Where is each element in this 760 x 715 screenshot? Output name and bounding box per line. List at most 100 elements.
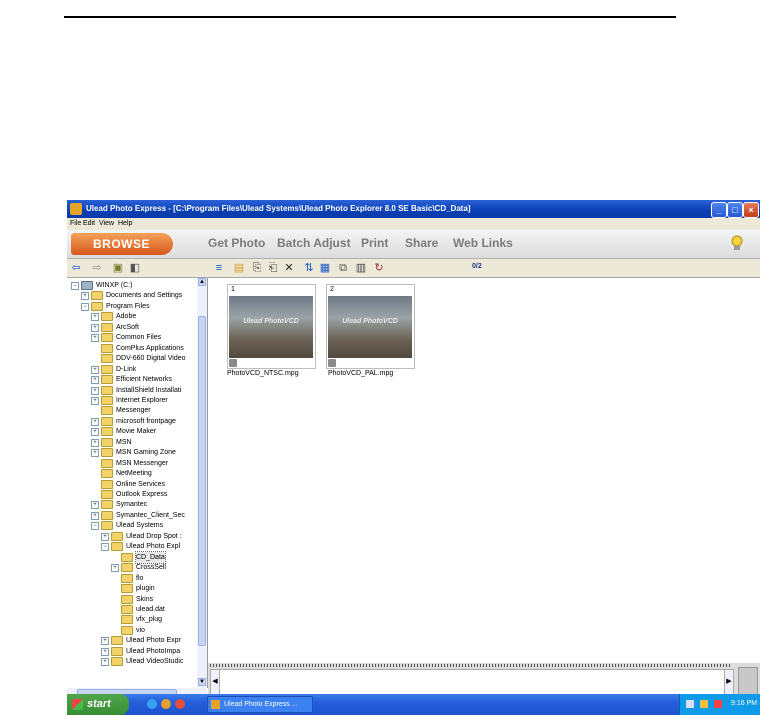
quicklaunch-media-icon[interactable] — [161, 699, 171, 709]
thumbnail-card[interactable]: 1 Ulead PhotoVCD — [227, 284, 316, 369]
tree-item[interactable]: + Symantec — [67, 499, 197, 510]
tree-item[interactable]: + Ulead Photo Expr — [67, 635, 197, 646]
thumbnail-card[interactable]: 2 Ulead PhotoVCD — [326, 284, 415, 369]
tray-info-icon[interactable] — [700, 700, 708, 708]
copy-icon[interactable]: ⎘ — [251, 262, 263, 274]
maximize-button[interactable]: □ — [727, 202, 743, 218]
tree-item[interactable]: − WINXP (C:) — [67, 280, 197, 291]
expand-icon[interactable]: + — [91, 365, 99, 374]
tree-item[interactable]: ComPlus Applications — [67, 343, 197, 354]
expand-icon[interactable]: + — [91, 376, 99, 385]
tree-item[interactable]: + microsoft frontpage — [67, 416, 197, 427]
tree-item[interactable]: NetMeeting — [67, 468, 197, 479]
tree-item[interactable]: Skins — [67, 594, 197, 605]
collapse-icon[interactable]: − — [91, 522, 99, 531]
scroll-thumb[interactable] — [198, 316, 206, 646]
tree-item[interactable]: + InstallShield Installati — [67, 385, 197, 396]
expand-icon[interactable]: + — [101, 637, 109, 646]
scroll-down-icon[interactable]: ▼ — [198, 678, 206, 686]
list-view-icon[interactable]: ≡ — [209, 262, 229, 274]
expand-icon[interactable]: + — [81, 292, 89, 301]
tree-item[interactable]: Online Services — [67, 479, 197, 490]
tree-item[interactable]: + Ulead VideoStudic — [67, 656, 197, 667]
strip-scroll-left-icon[interactable]: ◀ — [210, 669, 220, 695]
expand-icon[interactable]: + — [111, 564, 119, 573]
expand-icon[interactable]: + — [91, 449, 99, 458]
tree-item[interactable]: + Common Files — [67, 332, 197, 343]
tree-item[interactable]: + Documents and Settings — [67, 290, 197, 301]
lightbulb-icon[interactable] — [729, 234, 745, 252]
expand-icon[interactable]: + — [91, 438, 99, 447]
tree-item[interactable]: + Ulead PhotoImpa — [67, 646, 197, 657]
expand-icon[interactable]: + — [91, 511, 99, 520]
title-bar[interactable]: Ulead Photo Express - [C:\Program Files\… — [67, 200, 760, 218]
start-button[interactable]: start — [67, 694, 129, 715]
taskbar-item-photo-express[interactable]: Ulead Photo Express ... — [207, 696, 313, 713]
tree-item[interactable]: + D-Link — [67, 364, 197, 375]
scroll-up-icon[interactable]: ▲ — [198, 278, 206, 286]
rotate-icon[interactable]: ↻ — [373, 262, 385, 274]
expand-icon[interactable]: + — [91, 313, 99, 322]
menu-edit[interactable]: Edit — [83, 218, 95, 230]
expand-icon[interactable]: + — [101, 658, 109, 667]
close-button[interactable]: × — [743, 202, 759, 218]
tree-item[interactable]: + CrossSell — [67, 562, 197, 573]
tree-item[interactable]: − Program Files — [67, 301, 197, 312]
expand-icon[interactable]: + — [91, 428, 99, 437]
back-icon[interactable]: ⇦ — [70, 262, 82, 274]
paste-icon[interactable]: ⎗ — [267, 262, 279, 274]
tree-item[interactable]: + Efficient Networks — [67, 374, 197, 385]
tree-item[interactable]: plugin — [67, 583, 197, 594]
tree-item[interactable]: ulead.dat — [67, 604, 197, 615]
tree-item[interactable]: vio — [67, 625, 197, 636]
thumbnail-image[interactable]: Ulead PhotoVCD — [229, 296, 313, 358]
tray-network-icon[interactable] — [686, 700, 694, 708]
quicklaunch-ie-icon[interactable] — [147, 699, 157, 709]
tree-item[interactable]: DDV-660 Digital Video — [67, 353, 197, 364]
browse-button[interactable]: BROWSE — [71, 233, 173, 255]
menu-view[interactable]: View — [99, 218, 114, 230]
tree-item[interactable]: flo — [67, 573, 197, 584]
tree-item[interactable]: + Adobe — [67, 311, 197, 322]
tree-item[interactable]: + Ulead Drop Spot : — [67, 531, 197, 542]
tree-item[interactable]: Outlook Express — [67, 489, 197, 500]
tree-item[interactable]: Messenger — [67, 405, 197, 416]
strip-scroll-right-icon[interactable]: ▶ — [724, 669, 734, 695]
open-folder-icon[interactable]: ▤ — [233, 262, 245, 274]
collapse-icon[interactable]: − — [81, 302, 89, 311]
tree-item[interactable]: + Internet Explorer — [67, 395, 197, 406]
tree-item[interactable]: + MSN — [67, 437, 197, 448]
strip-track[interactable] — [220, 669, 724, 695]
nav-share[interactable]: Share — [405, 236, 438, 250]
up-folder-icon[interactable]: ▣ — [112, 262, 124, 274]
slideshow-icon[interactable]: ▥ — [355, 262, 367, 274]
quicklaunch-app-icon[interactable] — [175, 699, 185, 709]
nav-print[interactable]: Print — [361, 236, 388, 250]
expand-icon[interactable]: + — [91, 417, 99, 426]
tray-security-icon[interactable] — [714, 700, 722, 708]
collapse-icon[interactable]: − — [71, 282, 79, 290]
expand-icon[interactable]: + — [101, 647, 109, 656]
tree-item[interactable]: + ArcSoft — [67, 322, 197, 333]
thumbnail-image[interactable]: Ulead PhotoVCD — [328, 296, 412, 358]
expand-icon[interactable]: + — [91, 323, 99, 332]
sort-icon[interactable]: ⇅ — [303, 262, 315, 274]
view-mode-icon[interactable]: ◧ — [129, 262, 141, 274]
menu-help[interactable]: Help — [118, 218, 132, 230]
nav-get-photo[interactable]: Get Photo — [208, 236, 265, 250]
tree-item[interactable]: − Ulead Systems — [67, 520, 197, 531]
expand-icon[interactable]: + — [91, 334, 99, 343]
delete-icon[interactable]: ✕ — [283, 262, 295, 274]
tree-item[interactable]: CD_Data — [67, 550, 197, 564]
collapse-icon[interactable]: − — [101, 543, 109, 552]
expand-icon[interactable]: + — [91, 501, 99, 510]
select-icon[interactable]: ▦ — [319, 262, 331, 274]
tree-vertical-scrollbar[interactable]: ▲ ▼ — [197, 278, 207, 688]
tree-item[interactable]: + MSN Gaming Zone — [67, 447, 197, 458]
expand-icon[interactable]: + — [91, 386, 99, 395]
nav-web-links[interactable]: Web Links — [453, 236, 513, 250]
properties-icon[interactable]: ⧉ — [337, 262, 349, 274]
minimize-button[interactable]: _ — [711, 202, 727, 218]
forward-icon[interactable]: ⇨ — [91, 262, 103, 274]
tree-item[interactable]: + Symantec_Client_Sec — [67, 510, 197, 521]
